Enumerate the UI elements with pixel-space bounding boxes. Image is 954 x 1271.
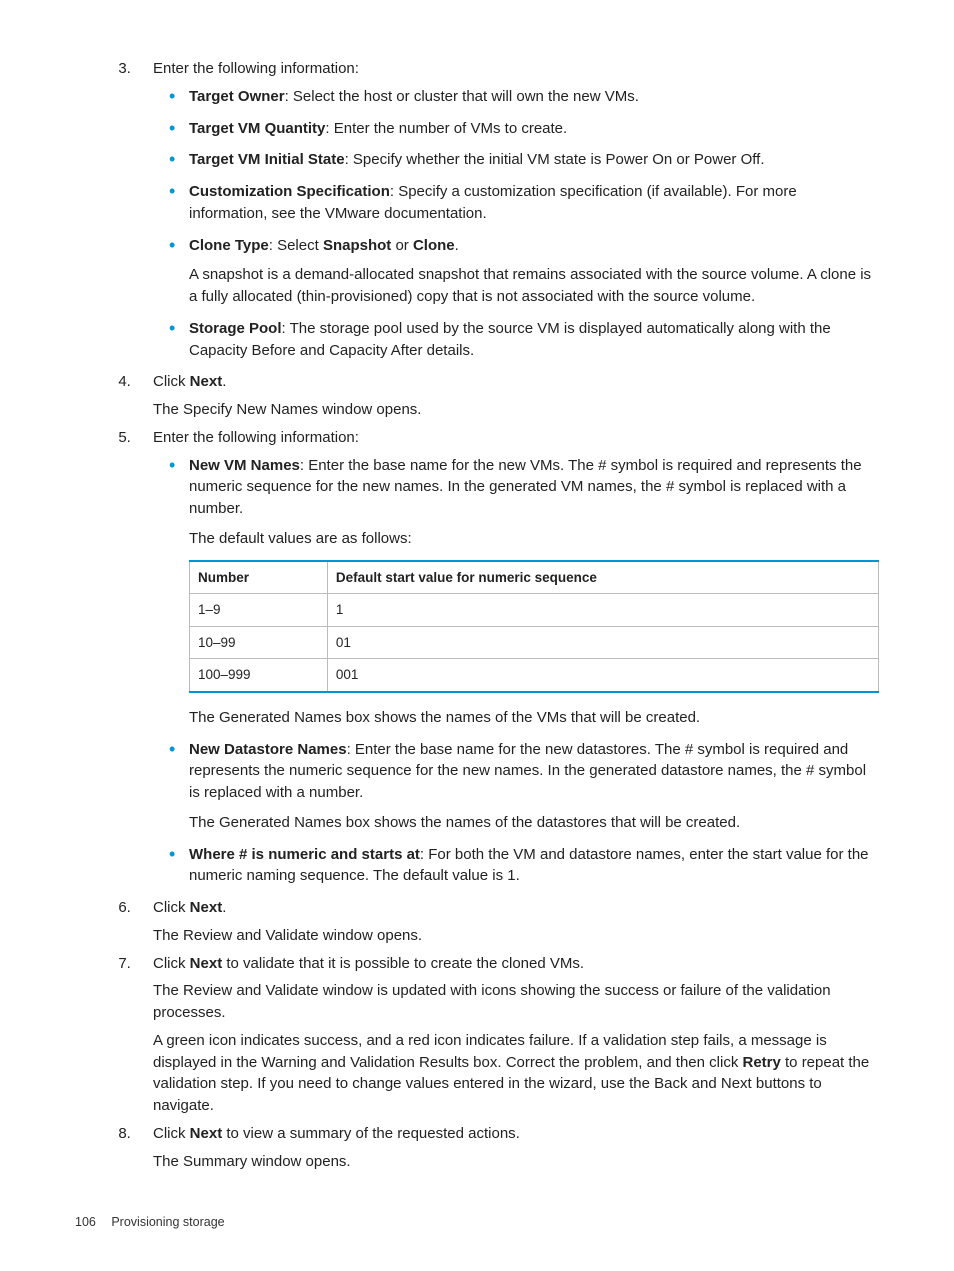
cell-number: 10–99 (190, 626, 328, 659)
step-5-sublist: New VM Names: Enter the base name for th… (153, 455, 879, 888)
label: Storage Pool (189, 320, 282, 337)
opt-clone: Clone (413, 237, 455, 254)
page-footer: 106 Provisioning storage (75, 1213, 225, 1231)
table-row: 100–999 001 (190, 659, 879, 692)
text: to view a summary of the requested actio… (222, 1125, 520, 1142)
label: New VM Names (189, 457, 300, 474)
item-where-numeric: Where # is numeric and starts at: For bo… (185, 844, 879, 888)
retry-label: Retry (742, 1054, 780, 1071)
procedure-list: Enter the following information: Target … (75, 58, 879, 1172)
step-5: Enter the following information: New VM … (135, 427, 879, 887)
step-7: Click Next to validate that it is possib… (135, 953, 879, 1117)
item-target-vm-quantity: Target VM Quantity: Enter the number of … (185, 118, 879, 140)
step-6-result: The Review and Validate window opens. (153, 925, 879, 947)
label: Target VM Initial State (189, 151, 345, 168)
step-4: Click Next. The Specify New Names window… (135, 371, 879, 421)
label: Target VM Quantity (189, 120, 325, 137)
label: Where # is numeric and starts at (189, 846, 420, 863)
text: : Select (269, 237, 323, 254)
step-7-para1: The Review and Validate window is update… (153, 980, 879, 1024)
text: : Enter the number of VMs to create. (325, 120, 567, 137)
cell-default: 01 (327, 626, 878, 659)
step-8-result: The Summary window opens. (153, 1151, 879, 1173)
cell-default: 1 (327, 594, 878, 627)
table-row: 10–99 01 (190, 626, 879, 659)
item-clone-type: Clone Type: Select Snapshot or Clone. A … (185, 235, 879, 308)
item-customization-spec: Customization Specification: Specify a c… (185, 181, 879, 225)
text: A green icon indicates success, and a re… (153, 1032, 827, 1071)
section-title: Provisioning storage (111, 1215, 224, 1229)
th-default-start: Default start value for numeric sequence (327, 561, 878, 594)
cell-default: 001 (327, 659, 878, 692)
item-new-vm-names: New VM Names: Enter the base name for th… (185, 455, 879, 729)
clone-type-description: A snapshot is a demand-allocated snapsho… (189, 264, 879, 308)
text: : Specify whether the initial VM state i… (345, 151, 765, 168)
label: Target Owner (189, 88, 285, 105)
step-6: Click Next. The Review and Validate wind… (135, 897, 879, 947)
next-label: Next (190, 1125, 223, 1142)
step-3-sublist: Target Owner: Select the host or cluster… (153, 86, 879, 362)
next-label: Next (190, 373, 223, 390)
item-target-owner: Target Owner: Select the host or cluster… (185, 86, 879, 108)
step-3: Enter the following information: Target … (135, 58, 879, 361)
text: Click (153, 1125, 190, 1142)
text: Click (153, 955, 190, 972)
cell-number: 1–9 (190, 594, 328, 627)
item-target-vm-initial-state: Target VM Initial State: Specify whether… (185, 149, 879, 171)
step-3-intro: Enter the following information: (153, 60, 359, 77)
step-5-intro: Enter the following information: (153, 429, 359, 446)
text: : The storage pool used by the source VM… (189, 320, 831, 359)
generated-ds-note: The Generated Names box shows the names … (189, 812, 879, 834)
generated-vm-note: The Generated Names box shows the names … (189, 707, 879, 729)
table-row: 1–9 1 (190, 594, 879, 627)
text: . (222, 899, 226, 916)
defaults-intro: The default values are as follows: (189, 528, 879, 550)
page-number: 106 (75, 1215, 96, 1229)
text: Click (153, 899, 190, 916)
defaults-table: Number Default start value for numeric s… (189, 560, 879, 693)
text: Click (153, 373, 190, 390)
item-new-datastore-names: New Datastore Names: Enter the base name… (185, 739, 879, 834)
label: Clone Type (189, 237, 269, 254)
label: New Datastore Names (189, 741, 347, 758)
text: . (455, 237, 459, 254)
th-number: Number (190, 561, 328, 594)
step-8: Click Next to view a summary of the requ… (135, 1123, 879, 1173)
next-label: Next (190, 899, 223, 916)
step-7-para2: A green icon indicates success, and a re… (153, 1030, 879, 1117)
opt-snapshot: Snapshot (323, 237, 391, 254)
next-label: Next (190, 955, 223, 972)
item-storage-pool: Storage Pool: The storage pool used by t… (185, 318, 879, 362)
cell-number: 100–999 (190, 659, 328, 692)
text: or (391, 237, 413, 254)
text: : Select the host or cluster that will o… (285, 88, 639, 105)
text: . (222, 373, 226, 390)
label: Customization Specification (189, 183, 390, 200)
step-4-result: The Specify New Names window opens. (153, 399, 879, 421)
text: to validate that it is possible to creat… (222, 955, 584, 972)
